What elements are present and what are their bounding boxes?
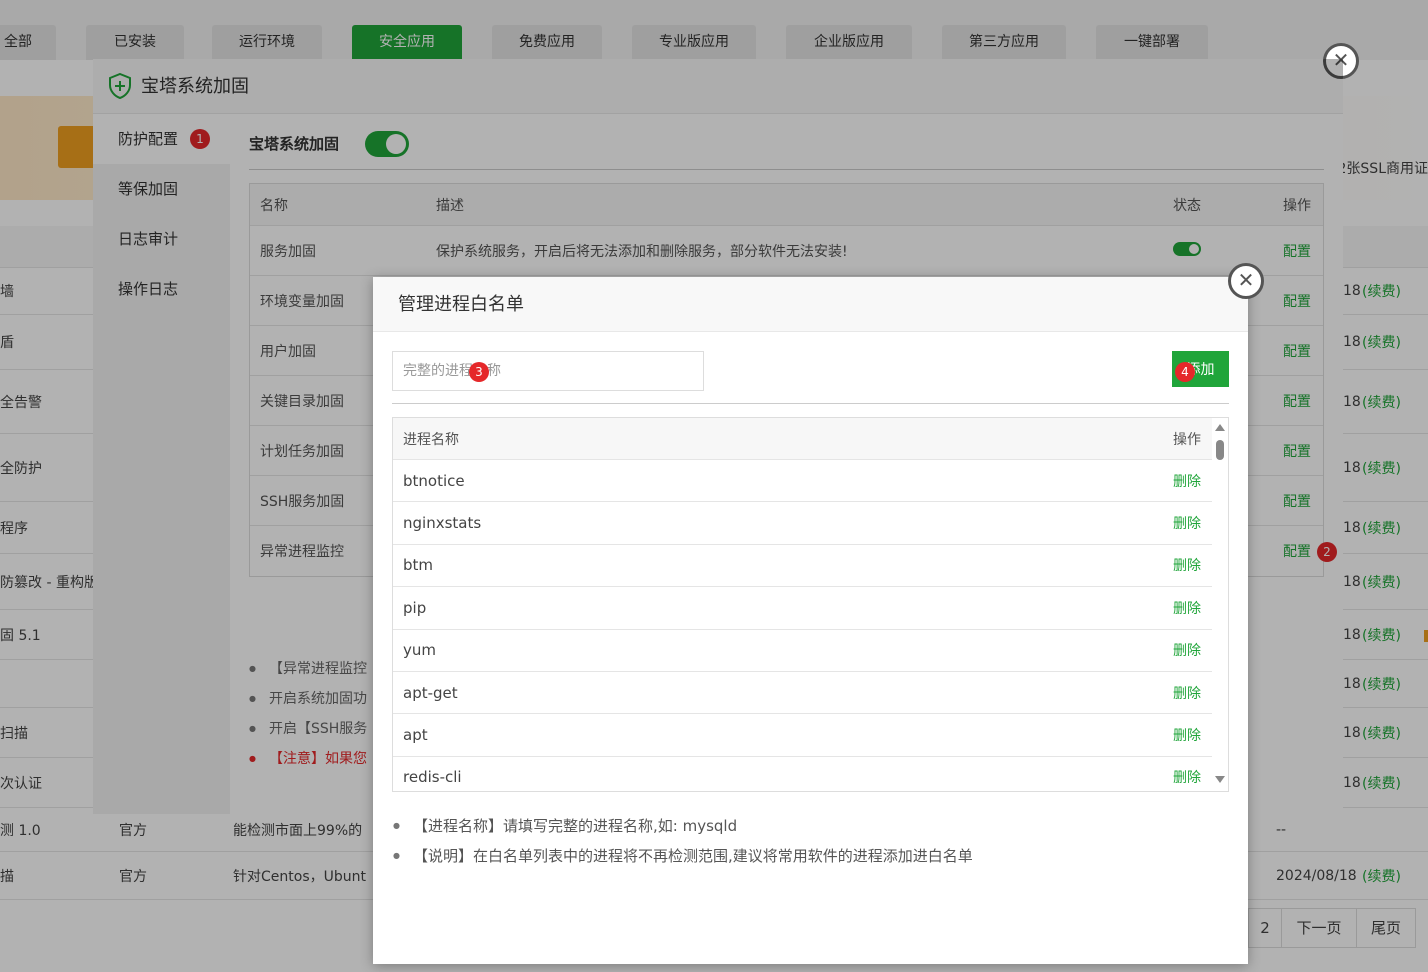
delete-link[interactable]: 删除 — [1173, 513, 1201, 533]
delete-link[interactable]: 删除 — [1173, 555, 1201, 575]
scroll-down-icon[interactable] — [1215, 776, 1225, 783]
process-name: btnotice — [403, 471, 465, 490]
process-whitelist-table: 进程名称 操作 btnotice 删除 nginxstats 删除 btm 删除… — [392, 417, 1229, 792]
table-scrollbar[interactable] — [1212, 418, 1228, 791]
process-name: apt — [403, 726, 428, 745]
table-row: pip 删除 — [393, 587, 1213, 630]
process-name: redis-cli — [403, 768, 462, 787]
note-item: 【说明】在白名单列表中的进程将不再检测范围,建议将常用软件的进程添加进白名单 — [393, 841, 973, 871]
process-name: yum — [403, 641, 436, 660]
table-row: nginxstats 删除 — [393, 502, 1213, 545]
table-row: yum 删除 — [393, 630, 1213, 672]
process-name-input[interactable] — [392, 351, 704, 391]
process-name: pip — [403, 598, 427, 617]
delete-link[interactable]: 删除 — [1173, 725, 1201, 745]
table-row: apt 删除 — [393, 714, 1213, 757]
col-action: 操作 — [1173, 431, 1201, 448]
col-process-name: 进程名称 — [403, 431, 459, 448]
table-header: 进程名称 操作 — [393, 418, 1213, 460]
scroll-up-icon[interactable] — [1215, 424, 1225, 431]
divider — [392, 403, 1229, 404]
scroll-thumb[interactable] — [1216, 440, 1224, 460]
delete-link[interactable]: 删除 — [1173, 640, 1201, 660]
note-item: 【进程名称】请填写完整的进程名称,如: mysqld — [393, 811, 973, 841]
process-name: nginxstats — [403, 514, 482, 533]
table-row: apt-get 删除 — [393, 672, 1213, 715]
process-name: apt-get — [403, 683, 458, 702]
whitelist-notes: 【进程名称】请填写完整的进程名称,如: mysqld 【说明】在白名单列表中的进… — [393, 811, 973, 871]
delete-link[interactable]: 删除 — [1173, 683, 1201, 703]
step-badge: 3 — [469, 362, 489, 382]
table-row: redis-cli 删除 — [393, 757, 1213, 791]
step-badge: 4 — [1175, 362, 1195, 382]
delete-link[interactable]: 删除 — [1173, 471, 1201, 491]
process-name: btm — [403, 556, 434, 575]
modal-title: 管理进程白名单 — [373, 277, 1248, 332]
table-row: btm 删除 — [393, 545, 1213, 588]
delete-link[interactable]: 删除 — [1173, 598, 1201, 618]
delete-link[interactable]: 删除 — [1173, 767, 1201, 787]
process-whitelist-modal: 管理进程白名单 ✕ 3 添加 4 进程名称 操作 btnotice 删除 ngi… — [373, 263, 1264, 964]
table-row: btnotice 删除 — [393, 460, 1213, 503]
close-icon[interactable]: ✕ — [1228, 263, 1264, 299]
